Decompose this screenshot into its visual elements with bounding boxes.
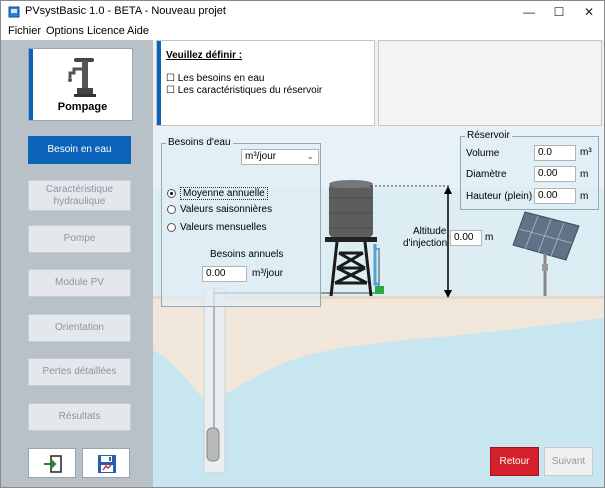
maximize-button[interactable]: ☐ — [544, 1, 574, 23]
nav-pompe[interactable]: Pompe — [28, 225, 131, 253]
suivant-button[interactable]: Suivant — [544, 447, 593, 476]
nav-pertes-detaillees[interactable]: Pertes détaillées — [28, 358, 131, 386]
secondary-info-panel — [378, 40, 602, 126]
pumping-scene: Besoins d'eau m³/jour ⌄ Moyenne annuelle… — [153, 128, 604, 487]
radio-label: Valeurs saisonnières — [180, 204, 273, 215]
besoins-group: Besoins d'eau m³/jour ⌄ Moyenne annuelle… — [161, 137, 321, 307]
menu-options[interactable]: Options — [46, 25, 84, 37]
hauteur-unit: m — [580, 191, 589, 202]
volume-input[interactable]: 0.0 — [534, 145, 576, 161]
save-button[interactable] — [82, 448, 130, 478]
pompage-card[interactable]: Pompage — [28, 48, 133, 121]
app-window: PVsystBasic 1.0 - BETA - Nouveau projet … — [0, 0, 605, 488]
close-button[interactable]: ✕ — [574, 1, 604, 23]
app-icon — [8, 6, 20, 18]
chevron-down-icon: ⌄ — [306, 151, 314, 161]
instruction-reservoir: ☐ Les caractéristiques du réservoir — [166, 85, 323, 96]
nav-caracteristique-hydraulique[interactable]: Caractéristique hydraulique — [28, 180, 131, 211]
radio-valeurs-saisonnieres[interactable]: Valeurs saisonnières — [167, 204, 272, 215]
radio-moyenne-annuelle[interactable]: Moyenne annuelle — [167, 187, 268, 200]
retour-button[interactable]: Retour — [490, 447, 539, 476]
radio-dot — [167, 205, 176, 214]
title-bar: PVsystBasic 1.0 - BETA - Nouveau projet … — [1, 1, 604, 23]
instructions-title: Veuillez définir : — [166, 50, 243, 61]
save-icon — [98, 455, 116, 473]
nav-besoin-en-eau[interactable]: Besoin en eau — [28, 136, 131, 164]
sidebar: Pompage Besoin en eau Caractéristique hy… — [1, 40, 153, 487]
window-title: PVsystBasic 1.0 - BETA - Nouveau projet — [25, 5, 226, 17]
altitude-input[interactable]: 0.00 — [450, 230, 482, 246]
menu-licence[interactable]: Licence — [87, 25, 125, 37]
radio-label: Moyenne annuelle — [180, 187, 268, 200]
radio-dot-selected — [167, 189, 176, 198]
diametre-label: Diamètre — [466, 169, 507, 180]
import-icon — [44, 455, 62, 473]
diametre-input[interactable]: 0.00 — [534, 166, 576, 182]
reservoir-group: Réservoir Volume 0.0 m³ Diamètre 0.00 m … — [460, 130, 599, 210]
water-pump-icon — [68, 58, 96, 97]
menu-bar: Fichier Options Licence Aide — [1, 23, 604, 40]
annual-needs-input[interactable]: 0.00 — [202, 266, 247, 282]
altitude-label-line2: d'injection — [403, 238, 448, 249]
info-accent — [157, 41, 161, 125]
unit-dropdown-value: m³/jour — [245, 151, 277, 162]
nav-resultats[interactable]: Résultats — [28, 403, 131, 431]
hauteur-label: Hauteur (plein) — [466, 191, 533, 202]
hauteur-input[interactable]: 0.00 — [534, 188, 576, 204]
diametre-unit: m — [580, 169, 589, 180]
annual-needs-unit: m³/jour — [252, 268, 284, 279]
instruction-besoins: ☐ Les besoins en eau — [166, 73, 265, 84]
altitude-label-line1: Altitude — [413, 226, 447, 237]
besoins-title: Besoins d'eau — [166, 137, 233, 148]
reservoir-title: Réservoir — [465, 130, 512, 141]
nav-module-pv[interactable]: Module PV — [28, 269, 131, 297]
menu-aide[interactable]: Aide — [127, 25, 149, 37]
menu-fichier[interactable]: Fichier — [8, 25, 41, 37]
radio-dot — [167, 223, 176, 232]
volume-label: Volume — [466, 148, 500, 159]
radio-valeurs-mensuelles[interactable]: Valeurs mensuelles — [167, 222, 267, 233]
instructions-panel: Veuillez définir : ☐ Les besoins en eau … — [156, 40, 375, 126]
altitude-unit: m — [485, 232, 494, 243]
annual-needs-label: Besoins annuels — [210, 249, 284, 260]
minimize-button[interactable]: — — [514, 1, 544, 23]
volume-unit: m³ — [580, 147, 592, 158]
import-button[interactable] — [28, 448, 76, 478]
pompage-label: Pompage — [57, 101, 108, 113]
unit-dropdown[interactable]: m³/jour ⌄ — [241, 149, 319, 165]
radio-label: Valeurs mensuelles — [180, 222, 267, 233]
nav-orientation[interactable]: Orientation — [28, 314, 131, 342]
